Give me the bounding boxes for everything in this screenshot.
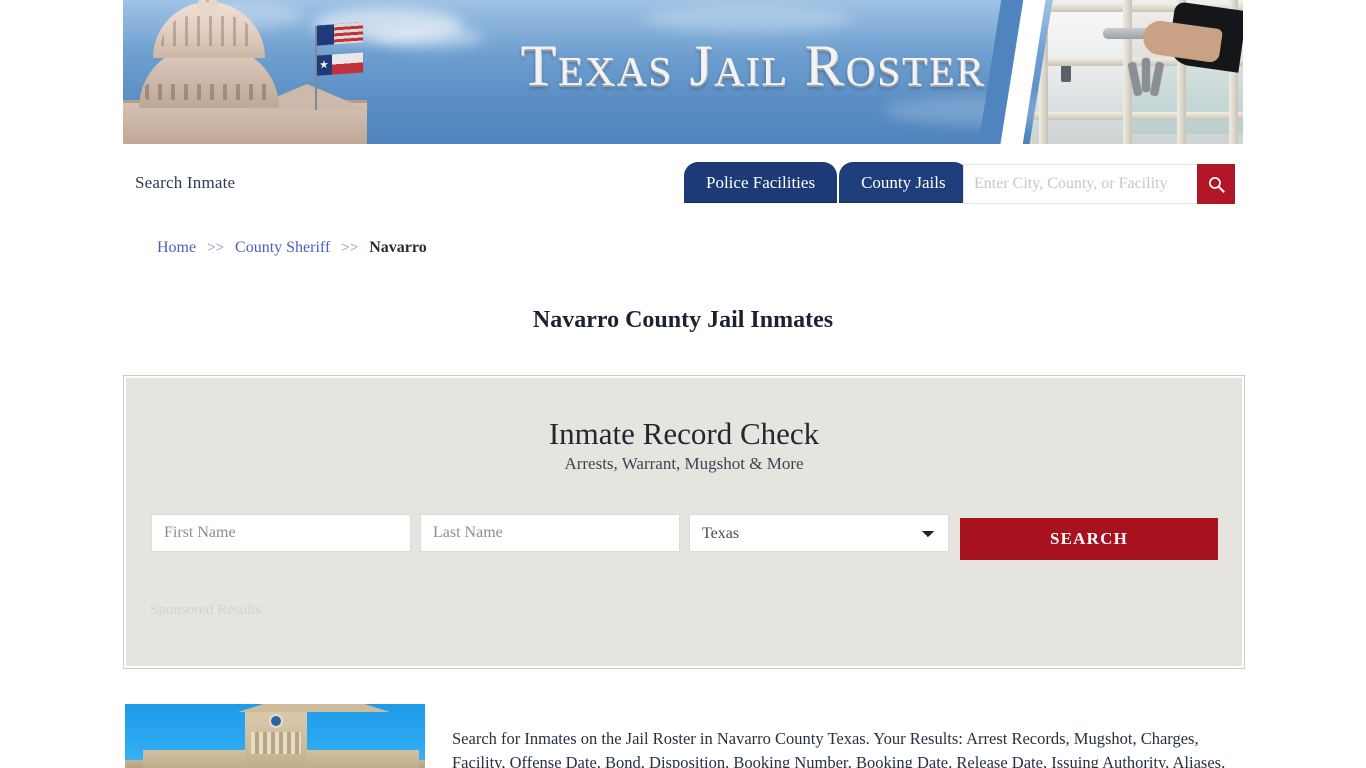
clock-icon [269, 714, 283, 728]
nav-tabs: Police Facilities County Jails [684, 162, 968, 203]
courthouse-tower [238, 704, 390, 768]
courthouse-wing-left [143, 750, 247, 768]
state-select[interactable]: Texas [689, 514, 949, 552]
search-icon [1208, 176, 1225, 193]
facility-search-button[interactable] [1197, 164, 1235, 204]
main-navbar: Search Inmate Police Facilities County J… [123, 144, 1243, 222]
tab-county-jails[interactable]: County Jails [839, 162, 968, 203]
first-name-input[interactable] [151, 514, 411, 552]
courthouse-image [125, 704, 425, 768]
cloud-decoration [643, 6, 853, 32]
breadcrumb-separator: >> [341, 240, 359, 256]
courthouse-wing-right [307, 750, 419, 768]
content-section: Search for Inmates on the Jail Roster in… [123, 704, 1245, 768]
breadcrumb-separator: >> [207, 240, 225, 256]
sponsored-results-label: Sponsored Results [150, 602, 262, 618]
courthouse-columns [251, 732, 301, 754]
inmate-search-button[interactable]: SEARCH [960, 518, 1218, 560]
last-name-input[interactable] [420, 514, 680, 552]
page-title: Navarro County Jail Inmates [532, 307, 834, 334]
inmate-search-form: Texas SEARCH [151, 514, 1219, 560]
widget-subtitle: Arrests, Warrant, Mugshot & More [564, 454, 804, 473]
facility-search-group [963, 164, 1235, 204]
tab-police-facilities[interactable]: Police Facilities [684, 162, 838, 203]
capitol-spire [206, 0, 209, 2]
breadcrumb-link-county-sheriff[interactable]: County Sheriff [235, 239, 330, 256]
site-banner: Texas Jail Roster [123, 0, 1243, 144]
breadcrumb-current: Navarro [369, 239, 427, 256]
breadcrumb: Home >> County Sheriff >> Navarro [157, 239, 427, 257]
breadcrumb-link-home[interactable]: Home [157, 239, 196, 256]
nav-brand-label: Search Inmate [135, 173, 236, 192]
banner-title: Texas Jail Roster [123, 32, 1243, 99]
page-root: Texas Jail Roster Search Inmate Police F… [0, 0, 1366, 768]
widget-title: Inmate Record Check [548, 416, 820, 451]
inmate-record-check-widget: Inmate Record Check Arrests, Warrant, Mu… [123, 375, 1245, 669]
content-description: Search for Inmates on the Jail Roster in… [452, 728, 1226, 768]
facility-search-input[interactable] [963, 164, 1197, 204]
